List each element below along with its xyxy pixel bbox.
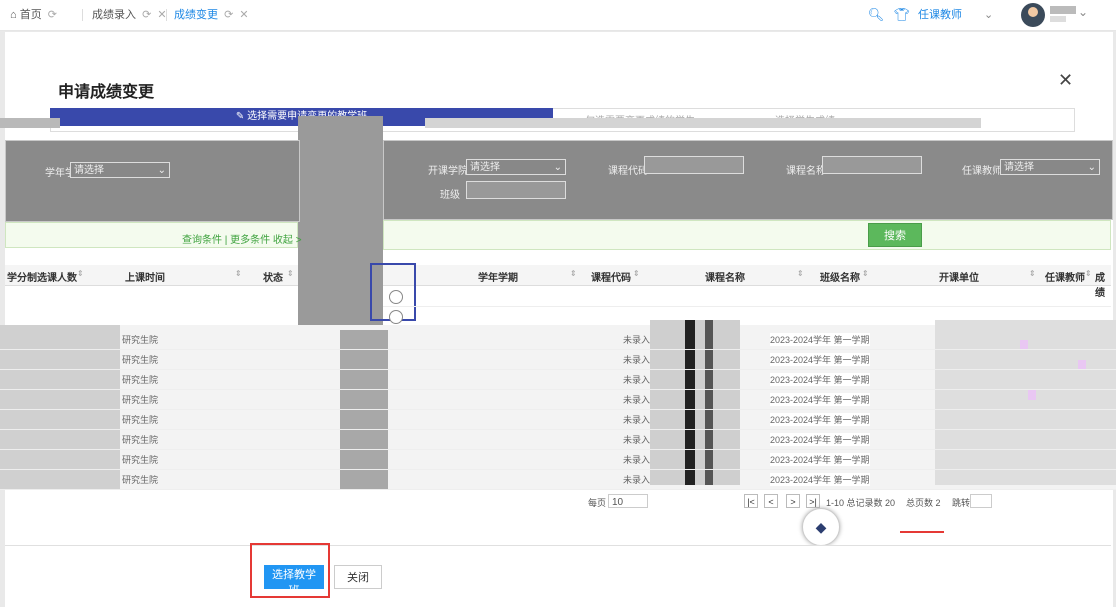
left-table-header: 学分制 选课人数 ⇕ 上课时间 ⇕ 状态 ⇕ — [5, 265, 298, 286]
row-status: 未录入 — [623, 475, 651, 485]
role-select[interactable]: 任课教师 ⌄ — [918, 5, 1008, 25]
row-status: 未录入 — [623, 335, 651, 345]
table-row[interactable] — [0, 370, 1116, 390]
dialog-footer — [5, 545, 1111, 598]
row-term: 2023-2024学年 第一学期 — [770, 473, 870, 486]
course-code-input[interactable] — [644, 156, 744, 174]
table-row[interactable] — [383, 287, 1111, 307]
row-radio[interactable] — [389, 310, 403, 324]
dialog-title: 申请成绩变更 — [58, 84, 155, 101]
college-select[interactable]: 请选择 ⌄ — [466, 159, 566, 175]
last-page-button[interactable]: >| — [806, 494, 820, 508]
table-row[interactable] — [0, 410, 1116, 430]
chevron-down-icon: ⌄ — [157, 165, 166, 176]
row-type: 研究生院 — [122, 415, 159, 425]
row-type: 研究生院 — [122, 395, 159, 405]
refresh-icon[interactable]: ⟳ — [142, 9, 151, 21]
record-range: 1-10 总记录数 20 — [826, 498, 896, 508]
table-row[interactable] — [0, 390, 1116, 410]
row-type: 研究生院 — [122, 335, 159, 345]
close-icon[interactable]: ✕ — [1058, 70, 1073, 91]
class-input[interactable] — [466, 181, 566, 199]
shirt-icon[interactable]: 👕︎ — [892, 5, 912, 25]
avatar[interactable] — [1021, 3, 1045, 27]
user-name — [1050, 6, 1076, 14]
row-term: 2023-2024学年 第一学期 — [770, 353, 870, 366]
row-status: 未录入 — [623, 415, 651, 425]
chevron-down-icon[interactable]: ⌄ — [1078, 5, 1088, 19]
row-term: 2023-2024学年 第一学期 — [770, 413, 870, 426]
per-page-label: 每页 — [588, 498, 607, 508]
course-name-label: 课程名称 — [786, 166, 826, 177]
top-navigation-bar: ⌂ 首页 ⟳ 成绩录入 ⟳ ✕ 成绩变更 ⟳ ✕ 🔍︎ 👕︎ 任课教师 ⌄ ⌄ — [0, 0, 1116, 31]
first-page-button[interactable]: |< — [744, 494, 758, 508]
row-status: 未录入 — [623, 355, 651, 365]
row-type: 研究生院 — [122, 435, 159, 445]
select-class-button[interactable]: 选择教学班 — [264, 565, 324, 597]
refresh-icon[interactable]: ⟳ — [48, 9, 57, 21]
search-icon[interactable]: 🔍︎ — [866, 5, 886, 25]
close-button[interactable]: 关闭 — [334, 565, 382, 589]
jump-input[interactable] — [970, 494, 992, 508]
row-status: 未录入 — [623, 395, 651, 405]
layers-icon[interactable]: ◆ — [802, 508, 840, 546]
prev-page-button[interactable]: < — [764, 494, 778, 508]
tab-score-change[interactable]: 成绩变更 ⟳ ✕ — [174, 0, 249, 30]
table-row[interactable] — [0, 330, 1116, 350]
annotation-line — [900, 531, 944, 533]
course-name-input[interactable] — [822, 156, 922, 174]
right-table-header: 学年学期 ⇕ 课程代码 ⇕ 课程名称 ⇕ 班级名称 ⇕ 开课单位 ⇕ 任课教师 ⇕ 成绩 — [383, 265, 1111, 299]
term-select[interactable]: 请选择 ⌄ — [70, 162, 170, 178]
close-icon[interactable]: ✕ — [239, 9, 248, 21]
left-filter-panel — [5, 140, 300, 222]
row-type: 研究生院 — [122, 375, 159, 385]
home-icon: ⌂ — [10, 9, 17, 21]
right-filter-footer — [383, 220, 1111, 250]
table-row[interactable] — [0, 350, 1116, 370]
row-status: 未录入 — [623, 455, 651, 465]
right-filter-panel — [383, 140, 1113, 220]
filter-links[interactable]: 查询条件 | 更多条件 收起 > — [182, 231, 302, 246]
next-page-button[interactable]: > — [786, 494, 800, 508]
chevron-down-icon: ⌄ — [553, 162, 562, 173]
chevron-down-icon: ⌄ — [1087, 162, 1096, 173]
row-term: 2023-2024学年 第一学期 — [770, 333, 870, 346]
per-page-select[interactable]: 10 — [608, 494, 648, 508]
tab-home[interactable]: ⌂ 首页 ⟳ — [10, 0, 57, 30]
table-row[interactable] — [0, 450, 1116, 470]
refresh-icon[interactable]: ⟳ — [224, 9, 233, 21]
chevron-down-icon: ⌄ — [984, 9, 994, 21]
course-code-label: 课程代码 — [608, 166, 648, 177]
class-label: 班级 — [440, 190, 460, 201]
row-term: 2023-2024学年 第一学期 — [770, 373, 870, 386]
teacher-select[interactable]: 请选择 ⌄ — [1000, 159, 1100, 175]
user-subtitle — [1050, 16, 1066, 22]
row-type: 研究生院 — [122, 475, 159, 485]
row-status: 未录入 — [623, 435, 651, 445]
row-status: 未录入 — [623, 375, 651, 385]
row-term: 2023-2024学年 第一学期 — [770, 433, 870, 446]
row-radio[interactable] — [389, 290, 403, 304]
row-type: 研究生院 — [122, 355, 159, 365]
teacher-label: 任课教师 — [962, 166, 1002, 177]
row-type: 研究生院 — [122, 455, 159, 465]
page-count: 总页数 2 — [906, 498, 941, 508]
row-term: 2023-2024学年 第一学期 — [770, 393, 870, 406]
college-label: 开课学院 — [428, 166, 468, 177]
tab-score-entry[interactable]: 成绩录入 ⟳ ✕ — [92, 0, 167, 30]
row-term: 2023-2024学年 第一学期 — [770, 453, 870, 466]
table-row[interactable] — [0, 470, 1116, 490]
search-button[interactable]: 搜索 — [868, 223, 922, 247]
table-row[interactable] — [0, 430, 1116, 450]
